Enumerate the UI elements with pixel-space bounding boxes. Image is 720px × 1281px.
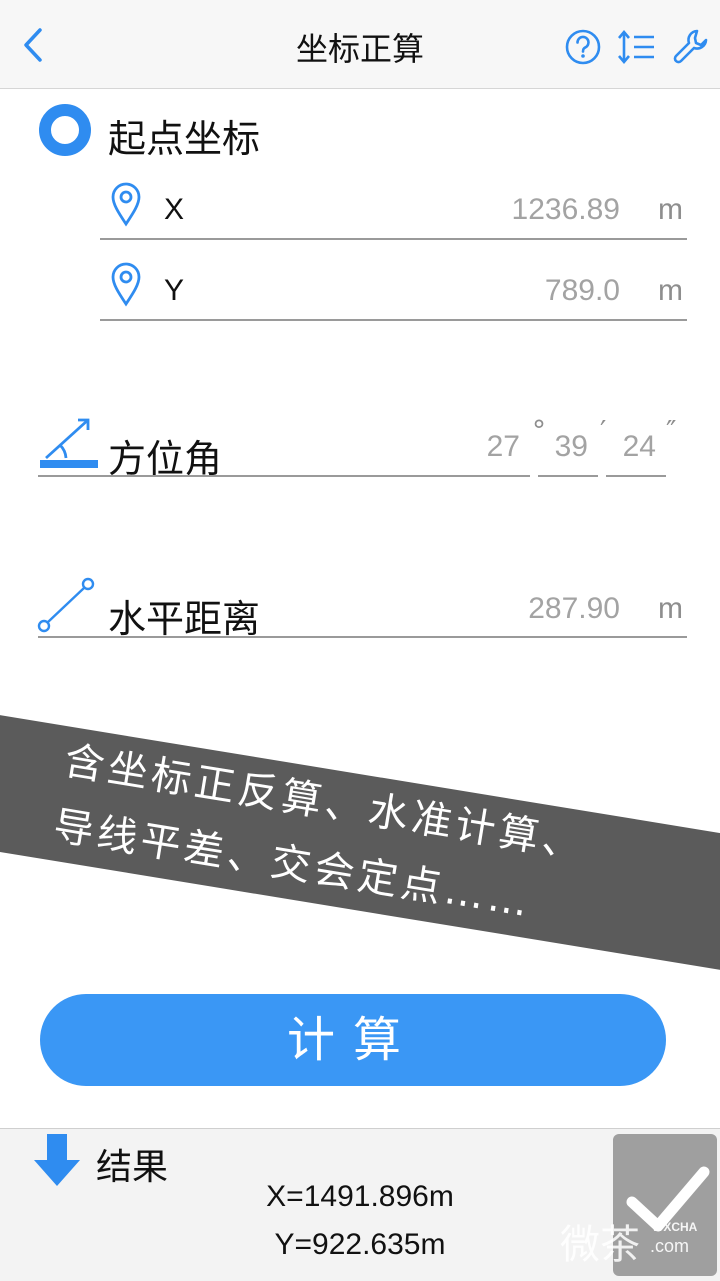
y-unit: m: [658, 274, 683, 307]
distance-input[interactable]: 287.90: [400, 592, 620, 626]
second-symbol: ″: [666, 414, 677, 447]
x-divider: [100, 238, 687, 240]
x-unit: m: [658, 193, 683, 226]
calculate-button[interactable]: 计算: [40, 994, 666, 1086]
watermark-brand: WXCHA: [652, 1220, 698, 1234]
y-input[interactable]: 789.0: [400, 274, 620, 308]
y-divider: [100, 319, 687, 321]
sort-button[interactable]: [616, 28, 658, 66]
x-label: X: [164, 193, 185, 226]
azimuth-degrees-input[interactable]: 27: [470, 430, 520, 464]
x-input[interactable]: 1236.89: [400, 193, 620, 227]
result-x: X=1491.896m: [266, 1180, 454, 1213]
seconds-divider: [606, 475, 666, 477]
promo-text: 含坐标正反算、水准计算、 导线平差、交会定点……: [49, 728, 682, 958]
settings-button[interactable]: [670, 26, 712, 68]
page-title: 坐标正算: [295, 30, 424, 68]
angle-icon: [38, 412, 100, 472]
watermark-domain: .com: [650, 1236, 690, 1256]
start-point-radio[interactable]: [38, 103, 92, 157]
sort-list-icon: [618, 29, 654, 65]
minute-symbol: ′: [600, 414, 607, 447]
location-pin-icon: [108, 260, 144, 308]
distance-label: 水平距离: [108, 597, 261, 641]
help-button[interactable]: [564, 28, 602, 66]
azimuth-seconds-input[interactable]: 24: [608, 430, 656, 464]
degrees-divider: [38, 475, 530, 477]
help-icon: [565, 29, 601, 65]
y-label: Y: [164, 274, 185, 307]
watermark-text: 微茶: [560, 1222, 640, 1268]
azimuth-minutes-input[interactable]: 39: [540, 430, 588, 464]
radio-selected-icon: [39, 104, 91, 156]
distance-icon: [36, 576, 96, 634]
location-pin-icon: [108, 180, 144, 228]
minutes-divider: [538, 475, 598, 477]
distance-unit: m: [658, 592, 683, 625]
start-point-label: 起点坐标: [108, 117, 261, 161]
distance-divider: [38, 636, 687, 638]
wrench-icon: [673, 29, 708, 64]
